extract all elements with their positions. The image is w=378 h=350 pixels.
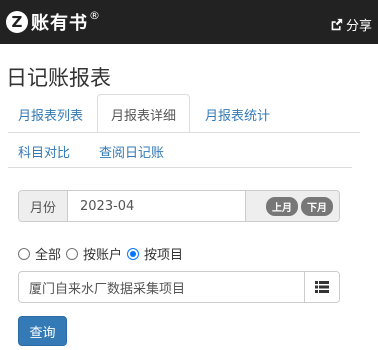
prev-month-button[interactable]: 上月 (266, 196, 298, 216)
app-name: 账有书 (31, 13, 88, 34)
tabs-divider (8, 167, 352, 168)
month-label: 月份 (19, 191, 68, 221)
project-input[interactable]: 厦门自来水厂数据采集项目 (19, 272, 304, 302)
tab-subject-compare[interactable]: 科目对比 (18, 142, 70, 161)
radio-all-label[interactable]: 全部 (35, 244, 61, 263)
logo-badge: Z (6, 11, 28, 33)
radio-by-account[interactable] (66, 247, 79, 260)
tab-monthly-report-list[interactable]: 月报表列表 (18, 105, 83, 124)
radio-by-project-label[interactable]: 按项目 (144, 244, 183, 263)
share-icon (331, 18, 343, 31)
project-selector: 厦门自来水厂数据采集项目 (18, 271, 340, 303)
month-input[interactable]: 2023-04 (68, 191, 245, 221)
month-selector: 月份 2023-04 上月 下月 (18, 190, 340, 222)
month-nav: 上月 下月 (245, 191, 339, 221)
share-label: 分享 (345, 19, 372, 34)
tab-monthly-report-detail[interactable]: 月报表详细 (97, 94, 191, 133)
registered-mark: ® (89, 8, 100, 22)
list-icon (315, 281, 329, 293)
app-logo[interactable]: Z 账有书 ® (6, 8, 100, 34)
share-button[interactable]: 分享 (330, 15, 372, 34)
tab-monthly-report-stats[interactable]: 月报表统计 (205, 105, 270, 124)
radio-by-project[interactable] (127, 247, 140, 260)
page-title: 日记账报表 (6, 66, 111, 90)
query-button[interactable]: 查询 (18, 316, 67, 346)
tabs-divider (8, 132, 360, 133)
radio-by-account-label[interactable]: 按账户 (83, 244, 122, 263)
filter-radio-group: 全部 按账户 按项目 (18, 244, 188, 263)
project-list-button[interactable] (304, 272, 339, 302)
top-navbar: Z 账有书 ® 分享 (0, 0, 378, 44)
radio-all[interactable] (18, 247, 30, 260)
tab-view-journal[interactable]: 查阅日记账 (99, 142, 164, 161)
next-month-button[interactable]: 下月 (301, 196, 333, 216)
